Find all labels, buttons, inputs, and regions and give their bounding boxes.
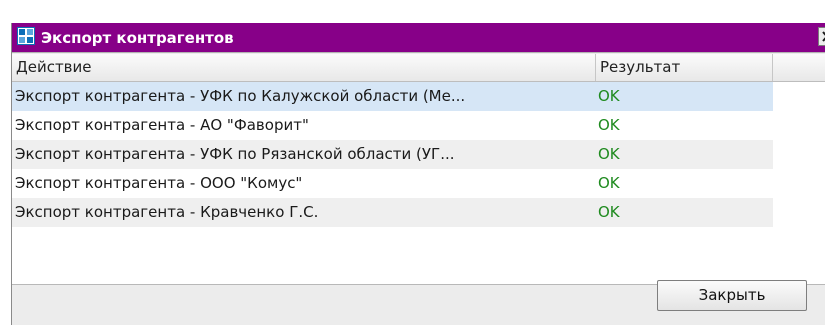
action-cell: Экспорт контрагента - ООО "Комус" — [15, 174, 303, 192]
table-header: Действие Результат — [12, 54, 825, 82]
table-row[interactable]: Экспорт контрагента - ООО "Комус" OK — [12, 169, 773, 198]
export-dialog: Экспорт контрагентов Действие Результат … — [11, 23, 825, 325]
results-table: Действие Результат Экспорт контрагента -… — [12, 54, 825, 285]
title-bar[interactable]: Экспорт контрагентов — [12, 23, 825, 53]
table-row[interactable]: Экспорт контрагента - АО "Фаворит" OK — [12, 111, 773, 140]
column-header-action[interactable]: Действие — [12, 54, 596, 81]
app-logo-icon — [17, 27, 35, 45]
close-button[interactable]: Закрыть — [657, 280, 807, 311]
table-row[interactable]: Экспорт контрагента - УФК по Калужской о… — [12, 82, 773, 111]
action-cell: Экспорт контрагента - УФК по Рязанской о… — [15, 145, 455, 163]
close-window-button[interactable] — [818, 27, 825, 46]
result-cell: OK — [598, 174, 620, 192]
column-header-result[interactable]: Результат — [596, 54, 773, 81]
result-cell: OK — [598, 145, 620, 163]
action-cell: Экспорт контрагента - Кравченко Г.С. — [15, 203, 319, 221]
result-cell: OK — [598, 203, 620, 221]
result-cell: OK — [598, 116, 620, 134]
table-row[interactable]: Экспорт контрагента - Кравченко Г.С. OK — [12, 198, 773, 227]
action-cell: Экспорт контрагента - АО "Фаворит" — [15, 116, 309, 134]
result-cell: OK — [598, 87, 620, 105]
table-row[interactable]: Экспорт контрагента - УФК по Рязанской о… — [12, 140, 773, 169]
action-cell: Экспорт контрагента - УФК по Калужской о… — [15, 87, 466, 105]
window-title: Экспорт контрагентов — [41, 29, 234, 47]
